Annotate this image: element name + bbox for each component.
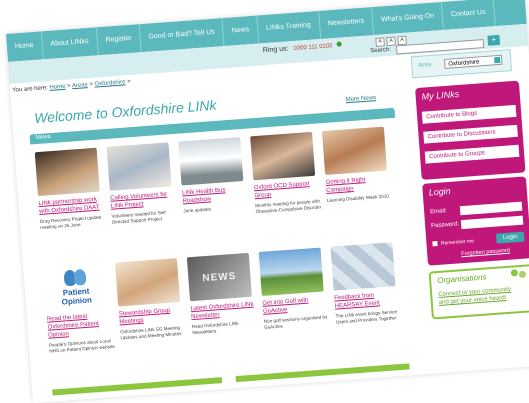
breadcrumb-areas[interactable]: Areas [72,82,88,89]
more-news-link[interactable]: More News [346,95,377,103]
hands-icon [61,268,88,289]
nav-register[interactable]: Register [96,24,142,56]
news-desc: Read Oxfordshire LINk Newsletters [191,320,239,336]
nav-news[interactable]: News [222,15,260,47]
nav-about[interactable]: About LINks [41,27,99,60]
screenshot-stage: Home About LINks Register Good or Bad? T… [0,0,529,403]
login-title: Login [428,185,452,198]
remember-label: Remember me [440,238,475,247]
news-image[interactable] [321,126,388,176]
password-label: Password: [431,221,460,230]
news-sign-text: NEWS [202,270,237,284]
organisations-panel: Organisations Connect to your community … [428,264,529,320]
news-card[interactable]: Stewardship Group Meetings Oxfordshire L… [115,258,187,342]
text-size-medium[interactable]: A [386,36,396,47]
phone-number: 0300 111 0102 [293,43,333,52]
text-size-small[interactable]: A [375,37,385,47]
news-card[interactable]: Patient Opinion Read the latest Oxfordsh… [43,263,115,355]
website-page: Home About LINks Register Good or Bad? T… [6,0,529,403]
remember-me[interactable]: Remember me [432,238,474,247]
main-content: Welcome to Oxfordshire LINk More News Ne… [24,81,422,398]
nav-home[interactable]: Home [6,31,44,62]
breadcrumb-separator: > [126,79,131,86]
patient-opinion-logo[interactable]: Patient Opinion [43,263,109,312]
footer-bar-right [235,363,410,383]
news-title[interactable]: Get into Golf with GoActive [262,295,329,316]
news-image[interactable] [106,142,172,191]
breadcrumb-home[interactable]: Home [49,84,65,91]
mylinks-panel: My LINks Contribute to Blogs Contribute … [415,80,526,180]
mylinks-title: My LINks [421,88,460,102]
search-button[interactable]: + [487,34,501,46]
news-image[interactable] [34,147,100,197]
news-desc: Non golf sessions organised by GoActive [263,314,328,330]
area-label: Area [418,61,432,69]
area-selected: Oxfordshire [448,59,480,68]
news-image[interactable] [258,247,324,296]
forgotten-password-link[interactable]: Forgotten password [461,248,510,258]
news-card[interactable]: Get into Golf with GoActive Non golf ses… [258,247,331,331]
search-label: Search: [370,46,392,55]
news-sign-image[interactable]: NEWS [186,252,252,302]
news-title[interactable]: Oxford OCD Support Group [254,179,321,200]
area-selector: Area Oxfordshire [410,49,513,79]
news-card[interactable]: Feedback from HEARSAY Event The LINk eve… [330,242,402,326]
news-image[interactable] [178,137,244,186]
logo-text-opinion: Opinion [61,295,93,307]
password-field[interactable] [460,215,524,230]
news-header-label: News [35,134,51,142]
news-desc: Volunteers needed for Self Directed Supp… [111,209,166,225]
breadcrumb-oxfordshire[interactable]: Oxfordshire [94,79,125,87]
news-desc: Oxfordshire LINk SG Meeting Updates and … [119,325,182,341]
nav-contact[interactable]: Contact Us [442,0,496,30]
news-desc: The LINk event brings Service Users and … [335,309,398,325]
news-title[interactable]: Read the latest Oxfordshire Patient Opin… [47,311,115,340]
footer-bar-left [52,377,223,396]
email-label: Email: [429,208,448,216]
news-desc: June updates [183,206,212,214]
breadcrumb-separator: > [89,81,94,89]
news-title[interactable]: Latest Oxfordshire LINk Newsletter [190,300,257,321]
news-card[interactable]: Getting it Right Campaign Learning Disab… [321,126,393,204]
news-desc: Monthly meeting for people with Obsessiv… [255,198,322,215]
news-desc: Drug Recovery Project update meeting on … [39,214,102,231]
ring-us: Ring us: 0300 111 0102 [263,41,342,54]
news-title[interactable]: Getting it Right Campaign [325,174,392,195]
breadcrumb-prefix: You are here: [11,85,49,94]
news-desc: Learning Disability Week 2010 [326,193,390,203]
news-desc: People's Opinions about Local NHS on Pat… [48,338,115,354]
news-title[interactable]: LINk Health Bus Roadshow [182,185,249,206]
news-card[interactable]: Calling Volunteers for LINk Project Volu… [106,142,179,226]
nav-newsletters[interactable]: Newsletters [318,7,375,39]
area-dropdown[interactable]: Oxfordshire [444,54,503,69]
news-title[interactable]: Calling Volunteers for LINk Project [110,190,177,211]
organisations-link[interactable]: Connect to your community and get your v… [438,285,519,307]
news-title[interactable]: Stewardship Group Meetings [119,306,186,327]
contribute-blogs-link[interactable]: Contribute to Blogs [421,104,517,124]
news-card[interactable]: NEWS Latest Oxfordshire LINk Newsletter … [186,252,259,337]
contribute-discussions-link[interactable]: Contribute to Discussions [423,124,518,144]
news-title[interactable]: LINk partnership work with Oxfordshire D… [38,195,105,216]
news-card[interactable]: LINk partnership work with Oxfordshire D… [34,147,107,231]
ring-label: Ring us: [262,45,289,55]
news-card[interactable]: Oxford OCD Support Group Monthly meeting… [250,131,322,216]
phone-icon [336,41,342,47]
chevron-down-icon [494,56,501,64]
contribute-groups-link[interactable]: Contribute to Groups [424,144,520,164]
news-image[interactable] [250,131,316,181]
breadcrumb-separator: > [66,83,71,90]
people-icon [510,269,528,284]
news-card[interactable]: LINk Health Bus Roadshow June updates [178,137,249,215]
organisations-title: Organisations [436,272,487,286]
remember-checkbox[interactable] [432,241,438,247]
login-panel: Login Email: Password: Remember me Login… [422,176,529,266]
email-field[interactable] [459,201,523,216]
login-button[interactable]: Login [495,231,525,244]
news-image[interactable] [330,242,396,291]
news-image[interactable] [115,258,181,307]
news-title[interactable]: Feedback from HEARSAY Event [334,290,401,311]
